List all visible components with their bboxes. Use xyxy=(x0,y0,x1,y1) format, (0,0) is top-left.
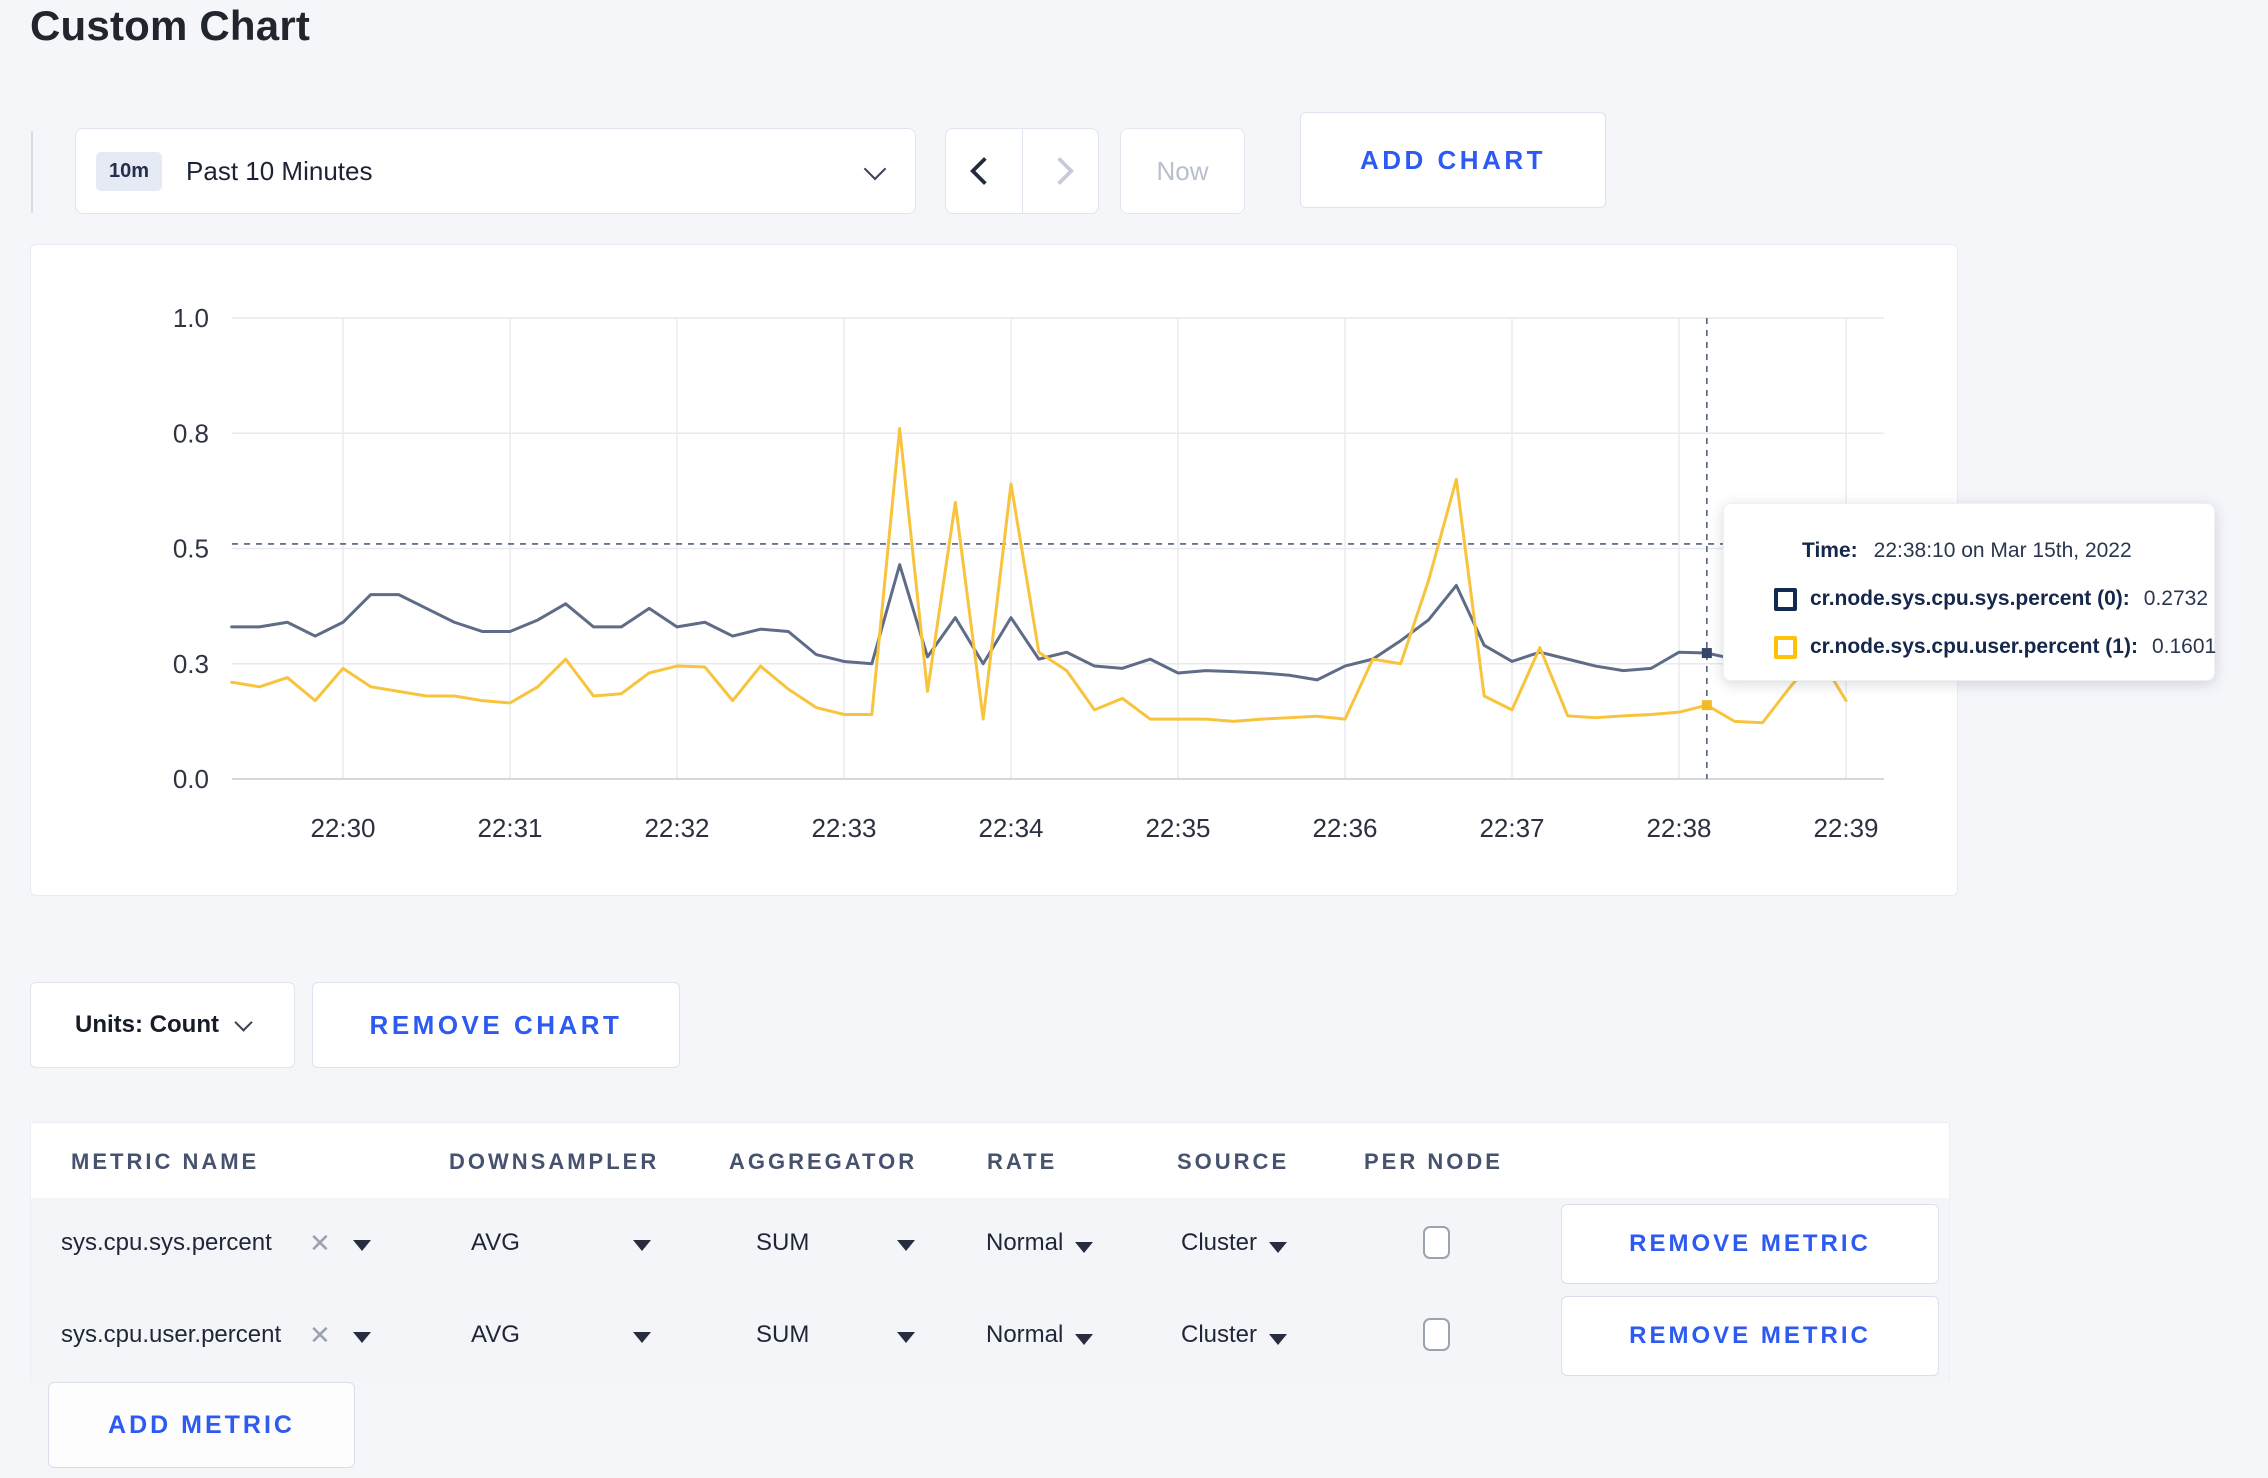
source-select[interactable]: Cluster xyxy=(1181,1321,1288,1349)
chart-card: 22:30 22:31 22:32 22:33 22:34 22:35 22:36 22:37… xyxy=(30,244,1958,896)
metrics-table: METRIC NAME DOWNSAMPLER AGGREGATOR RATE … xyxy=(30,1122,1950,1383)
source-select[interactable]: Cluster xyxy=(1181,1229,1288,1257)
add-chart-button[interactable]: ADD CHART xyxy=(1300,112,1606,208)
tooltip-time-row: Time: 22:38:10 on Mar 15th, 2022 xyxy=(1774,534,2214,568)
aggregator-caret-icon[interactable] xyxy=(897,1332,915,1343)
chevron-down-icon xyxy=(234,1012,253,1032)
col-header-source: SOURCE xyxy=(1177,1149,1290,1174)
svg-text:22:34: 22:34 xyxy=(978,813,1043,843)
downsampler-caret-icon[interactable] xyxy=(633,1240,651,1251)
remove-metric-button[interactable]: REMOVE METRIC xyxy=(1561,1204,1939,1284)
page-title: Custom Chart xyxy=(30,2,311,49)
now-button[interactable]: Now xyxy=(1120,128,1245,214)
metric-name-value: sys.cpu.user.percent xyxy=(61,1321,282,1348)
tooltip-series-label: cr.node.sys.cpu.sys.percent (0): xyxy=(1810,587,2130,610)
rate-caret-icon xyxy=(1075,1333,1094,1345)
metric-name-caret-icon[interactable] xyxy=(353,1240,371,1251)
custom-chart-page: Custom Chart 10m Past 10 Minutes Now ADD… xyxy=(0,0,2268,1478)
add-metric-button[interactable]: ADD METRIC xyxy=(48,1382,355,1468)
source-caret-icon xyxy=(1269,1333,1288,1345)
chevron-left-icon xyxy=(969,156,998,186)
user-series-swatch-icon xyxy=(1774,635,1797,659)
toolbar-divider xyxy=(31,131,33,213)
svg-text:1.0: 1.0 xyxy=(173,303,209,333)
svg-text:22:33: 22:33 xyxy=(811,813,876,843)
time-nav-group xyxy=(945,128,1099,214)
aggregator-caret-icon[interactable] xyxy=(897,1240,915,1251)
metrics-table-header: METRIC NAME DOWNSAMPLER AGGREGATOR RATE … xyxy=(31,1123,1949,1198)
metric-row: sys.cpu.user.percent ✕ AVG SUM Normal Cluster… xyxy=(31,1290,1949,1382)
downsampler-value[interactable]: AVG xyxy=(471,1321,520,1349)
svg-text:0.3: 0.3 xyxy=(173,649,209,679)
rate-select[interactable]: Normal xyxy=(986,1321,1094,1349)
chevron-right-icon xyxy=(1046,156,1075,186)
svg-text:22:32: 22:32 xyxy=(644,813,709,843)
units-select[interactable]: Units: Count xyxy=(30,982,295,1068)
remove-metric-button[interactable]: REMOVE METRIC xyxy=(1561,1296,1939,1376)
svg-text:22:39: 22:39 xyxy=(1813,813,1878,843)
col-header-metric-name: METRIC NAME xyxy=(71,1149,260,1174)
next-time-button[interactable] xyxy=(1021,129,1099,213)
per-node-checkbox[interactable] xyxy=(1423,1226,1450,1259)
rate-caret-icon xyxy=(1075,1241,1094,1253)
units-select-label: Units: Count xyxy=(75,1011,219,1038)
svg-text:22:30: 22:30 xyxy=(310,813,375,843)
svg-text:0.5: 0.5 xyxy=(173,534,209,564)
downsampler-caret-icon[interactable] xyxy=(633,1332,651,1343)
tooltip-series-row: cr.node.sys.cpu.user.percent (1): 0.1601 xyxy=(1774,630,2217,664)
svg-text:22:38: 22:38 xyxy=(1646,813,1711,843)
remove-chart-button[interactable]: REMOVE CHART xyxy=(312,982,680,1068)
svg-text:22:36: 22:36 xyxy=(1312,813,1377,843)
clear-metric-icon[interactable]: ✕ xyxy=(309,1228,331,1259)
svg-text:22:37: 22:37 xyxy=(1479,813,1544,843)
time-range-select[interactable]: 10m Past 10 Minutes xyxy=(75,128,916,214)
svg-text:22:35: 22:35 xyxy=(1145,813,1210,843)
metric-name-value: sys.cpu.sys.percent xyxy=(61,1229,272,1256)
sys-series-swatch-icon xyxy=(1774,587,1797,611)
tooltip-series-label: cr.node.sys.cpu.user.percent (1): xyxy=(1810,635,2138,658)
svg-text:0.8: 0.8 xyxy=(173,418,209,448)
chart-tooltip: Time: 22:38:10 on Mar 15th, 2022 cr.node… xyxy=(1723,503,2217,681)
col-header-downsampler: DOWNSAMPLER xyxy=(449,1149,660,1174)
downsampler-value[interactable]: AVG xyxy=(471,1229,520,1257)
per-node-checkbox[interactable] xyxy=(1423,1318,1450,1351)
tooltip-series-row: cr.node.sys.cpu.sys.percent (0): 0.2732 xyxy=(1774,582,2214,616)
source-caret-icon xyxy=(1269,1241,1288,1253)
clear-metric-icon[interactable]: ✕ xyxy=(309,1320,331,1351)
aggregator-value[interactable]: SUM xyxy=(756,1229,809,1257)
tooltip-series-value: 0.1601 xyxy=(2151,635,2217,658)
chevron-down-icon xyxy=(863,157,887,181)
col-header-rate: RATE xyxy=(987,1149,1058,1174)
rate-select[interactable]: Normal xyxy=(986,1229,1094,1257)
metrics-table-body: sys.cpu.sys.percent ✕ AVG SUM Normal Cluster R… xyxy=(31,1198,1949,1383)
time-range-badge: 10m xyxy=(96,151,163,191)
time-range-label: Past 10 Minutes xyxy=(186,155,373,186)
metric-row: sys.cpu.sys.percent ✕ AVG SUM Normal Cluster R… xyxy=(31,1198,1949,1290)
tooltip-time-value: 22:38:10 on Mar 15th, 2022 xyxy=(1873,539,2132,562)
prev-time-button[interactable] xyxy=(946,129,1022,213)
cpu-usage-chart[interactable]: 22:30 22:31 22:32 22:33 22:34 22:35 22:36 22:37… xyxy=(31,245,1959,897)
tooltip-series-value: 0.2732 xyxy=(2143,587,2209,610)
aggregator-value[interactable]: SUM xyxy=(756,1321,809,1349)
tooltip-time-label: Time: xyxy=(1802,539,1858,562)
col-header-aggregator: AGGREGATOR xyxy=(729,1149,918,1174)
col-header-per-node: PER NODE xyxy=(1364,1149,1503,1174)
metric-name-caret-icon[interactable] xyxy=(353,1332,371,1343)
svg-text:0.0: 0.0 xyxy=(173,764,209,794)
svg-text:22:31: 22:31 xyxy=(477,813,542,843)
